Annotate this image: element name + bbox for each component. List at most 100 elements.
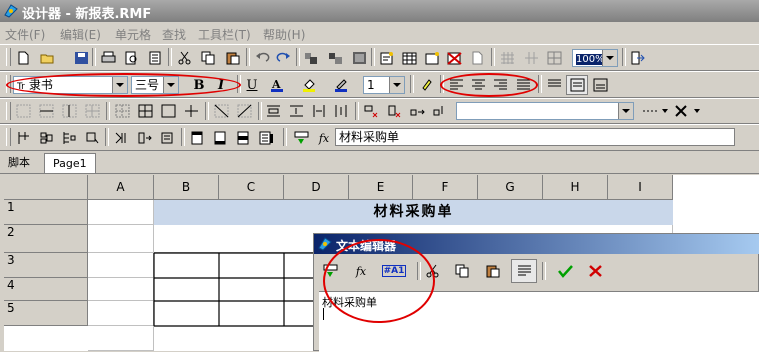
insert-col-button[interactable] xyxy=(308,101,330,121)
border-h-button[interactable] xyxy=(81,101,103,121)
calc-next-button[interactable] xyxy=(133,128,155,148)
cell[interactable] xyxy=(88,278,154,301)
diagonal-up-button[interactable] xyxy=(233,101,255,121)
column-header[interactable]: D xyxy=(284,175,349,200)
data-list-button[interactable] xyxy=(81,128,103,148)
column-header[interactable]: G xyxy=(478,175,543,200)
line-width-select[interactable]: 1 xyxy=(363,76,405,94)
row-header[interactable]: 3 xyxy=(4,253,88,278)
blank-page-button[interactable] xyxy=(466,48,488,68)
calc-button[interactable] xyxy=(110,128,132,148)
cell[interactable] xyxy=(88,326,154,351)
save-button[interactable] xyxy=(70,48,92,68)
cell[interactable] xyxy=(88,225,154,253)
data-field-button[interactable] xyxy=(12,128,34,148)
menu-help[interactable]: 帮助(H) xyxy=(263,26,305,43)
column-header[interactable]: C xyxy=(219,175,284,200)
border-all-button[interactable] xyxy=(134,101,156,121)
fill-color-button[interactable] xyxy=(298,75,320,95)
print-button[interactable] xyxy=(97,48,119,68)
data-merge-button[interactable] xyxy=(35,128,57,148)
menu-find[interactable]: 查找 xyxy=(162,26,186,43)
border-cross-button[interactable] xyxy=(58,101,80,121)
open-button[interactable] xyxy=(36,48,58,68)
insert-table-button[interactable] xyxy=(398,48,420,68)
column-header[interactable]: I xyxy=(608,175,673,200)
detail-button[interactable] xyxy=(232,128,254,148)
redo-button[interactable] xyxy=(272,48,294,68)
zoom-select[interactable]: 100% xyxy=(572,49,618,67)
function-button[interactable]: fx xyxy=(313,128,335,148)
insert-row-above-button[interactable] xyxy=(262,101,284,121)
print-preview-button[interactable] xyxy=(120,48,142,68)
border-all-dotted-button[interactable] xyxy=(111,101,133,121)
editor-cancel-button[interactable] xyxy=(584,261,606,281)
insert-row-below-button[interactable] xyxy=(285,101,307,121)
delete-row-button[interactable] xyxy=(360,101,382,121)
exit-button[interactable] xyxy=(626,48,648,68)
line-color-button[interactable] xyxy=(330,75,352,95)
style-select[interactable] xyxy=(456,102,634,120)
column-header[interactable]: B xyxy=(154,175,219,200)
insert-image-button[interactable] xyxy=(421,48,443,68)
row-header[interactable]: 5 xyxy=(4,301,88,326)
line-style-button[interactable] xyxy=(640,101,670,121)
insert-text-button[interactable] xyxy=(375,48,397,68)
table-view-button[interactable] xyxy=(543,48,565,68)
cut-button[interactable] xyxy=(173,48,195,68)
valign-middle-button[interactable] xyxy=(566,75,588,95)
row-header[interactable]: 1 xyxy=(4,200,88,225)
cell[interactable] xyxy=(88,253,154,278)
border-inner-button[interactable] xyxy=(35,101,57,121)
font-color-button[interactable]: A xyxy=(266,75,288,95)
column-header[interactable]: H xyxy=(543,175,608,200)
grid-button[interactable] xyxy=(496,48,518,68)
editor-align-button[interactable] xyxy=(511,259,537,283)
merge-button[interactable] xyxy=(300,48,322,68)
cell[interactable] xyxy=(88,200,154,225)
calc-list-button[interactable] xyxy=(156,128,178,148)
formula-input[interactable]: 材料采购单 xyxy=(335,128,735,146)
editor-paste-button[interactable] xyxy=(481,261,503,281)
row-header[interactable]: 2 xyxy=(4,225,88,253)
frame-button[interactable] xyxy=(348,48,370,68)
summary-button[interactable] xyxy=(255,128,277,148)
new-button[interactable] xyxy=(12,48,34,68)
page-setup-button[interactable] xyxy=(144,48,166,68)
insert-field-button[interactable] xyxy=(290,128,312,148)
footer-button[interactable] xyxy=(209,128,231,148)
paste-button[interactable] xyxy=(221,48,243,68)
move-col-button[interactable] xyxy=(429,101,451,121)
delete-col-button[interactable] xyxy=(383,101,405,121)
title-cell[interactable]: 材料采购单 xyxy=(154,200,673,225)
grid-lines-button[interactable] xyxy=(520,48,542,68)
valign-bottom-button[interactable] xyxy=(589,75,611,95)
undo-button[interactable] xyxy=(251,48,273,68)
underline-button[interactable]: U xyxy=(241,75,263,95)
cell[interactable] xyxy=(88,301,154,326)
menu-file[interactable]: 文件(F) xyxy=(5,26,45,43)
copy-button[interactable] xyxy=(197,48,219,68)
highlight-button[interactable] xyxy=(415,75,437,95)
tab-page1[interactable]: Page1 xyxy=(44,153,96,173)
border-outer-button[interactable] xyxy=(157,101,179,121)
border-none-button[interactable] xyxy=(12,101,34,121)
menu-edit[interactable]: 编辑(E) xyxy=(60,26,101,43)
header-button[interactable] xyxy=(186,128,208,148)
split-button[interactable] xyxy=(324,48,346,68)
menu-cell[interactable]: 单元格 xyxy=(115,26,151,43)
column-header[interactable]: E xyxy=(349,175,413,200)
valign-top-button[interactable] xyxy=(543,75,565,95)
clear-border-button[interactable] xyxy=(672,101,702,121)
editor-copy-button[interactable] xyxy=(451,261,473,281)
tab-script[interactable]: 脚本 xyxy=(0,153,38,172)
column-header[interactable]: F xyxy=(413,175,478,200)
delete-object-button[interactable] xyxy=(443,48,465,68)
editor-ok-button[interactable] xyxy=(554,261,576,281)
column-header[interactable]: A xyxy=(88,175,154,200)
menu-toolbar[interactable]: 工具栏(T) xyxy=(198,26,251,43)
row-header[interactable]: 4 xyxy=(4,278,88,301)
move-row-button[interactable] xyxy=(406,101,428,121)
border-center-button[interactable] xyxy=(180,101,202,121)
data-group-button[interactable] xyxy=(58,128,80,148)
